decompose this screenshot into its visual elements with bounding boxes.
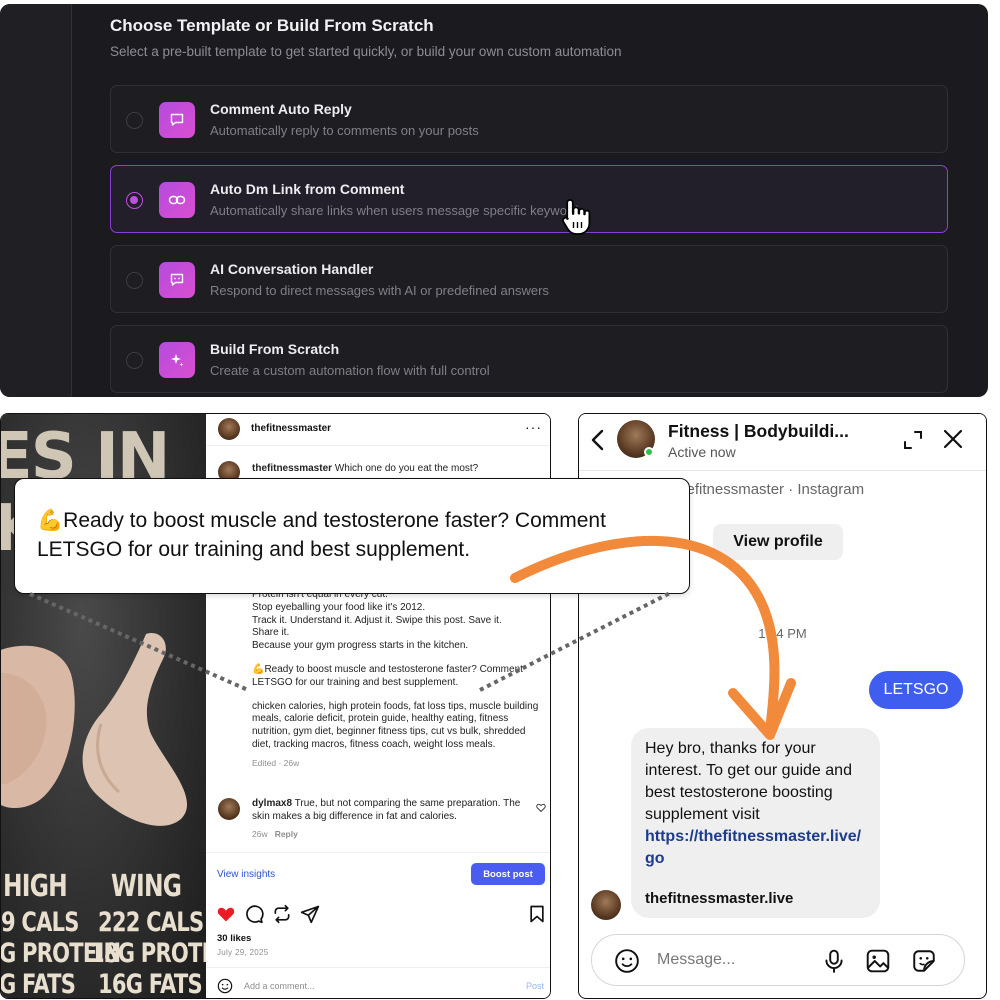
image-stat-col2-row4: 16G FATS: [98, 969, 203, 998]
caption-hashtags: chicken calories, high protein foods, fa…: [252, 700, 539, 750]
template-option-ai-conversation[interactable]: AI Conversation Handler Respond to direc…: [110, 245, 948, 313]
add-comment-input[interactable]: Add a comment...: [244, 981, 315, 991]
comment-age: 26w: [252, 828, 268, 839]
radio-button[interactable]: [126, 272, 143, 289]
image-stat-col1-row1: HIGH: [3, 869, 68, 904]
bot-message-icon: [159, 262, 195, 298]
avatar[interactable]: [218, 418, 240, 440]
option-title: Comment Auto Reply: [210, 101, 352, 117]
message-input-bar: Message...: [591, 934, 965, 986]
emoji-icon[interactable]: [217, 978, 233, 994]
heart-icon[interactable]: [216, 904, 236, 924]
template-chooser-panel: Choose Template or Build From Scratch Se…: [0, 4, 988, 397]
hand-pointer-cursor-icon: [562, 199, 591, 235]
dm-contact-name[interactable]: Fitness | Bodybuildi...: [668, 421, 849, 442]
microphone-icon[interactable]: [821, 948, 847, 974]
reply-link[interactable]: Reply: [275, 829, 298, 839]
caption-line: Stop eyeballing your food like it's 2012…: [252, 601, 426, 613]
link-preview-domain[interactable]: thefitnessmaster.live: [645, 888, 866, 910]
image-stat-col1-row2: 9 CALS: [1, 907, 79, 938]
comment-username[interactable]: dylmax8: [252, 798, 292, 809]
image-stat-col2-row2: 222 CALS: [98, 907, 204, 938]
sender-avatar: [591, 890, 621, 920]
comment-like-icon[interactable]: [536, 803, 546, 813]
caption-username[interactable]: thefitnessmaster: [252, 463, 332, 474]
image-stat-col2-row1: WING: [111, 869, 182, 904]
comment-text: True, but not comparing the same prepara…: [252, 798, 521, 822]
share-icon[interactable]: [300, 904, 320, 924]
add-comment-bar: Add a comment... Post: [206, 967, 550, 998]
emoji-icon[interactable]: [614, 948, 640, 974]
caption-line: Track it. Understand it. Adjust it. Swip…: [252, 614, 502, 626]
incoming-message: Hey bro, thanks for your interest. To ge…: [631, 728, 880, 918]
message-input[interactable]: Message...: [657, 951, 735, 969]
comment: dylmax8 True, but not comparing the same…: [252, 798, 527, 840]
online-indicator: [644, 447, 654, 457]
option-description: Automatically reply to comments on your …: [210, 123, 479, 138]
dm-header: Fitness | Bodybuildi... Active now: [579, 414, 986, 471]
expand-icon[interactable]: [903, 430, 923, 450]
sticker-icon[interactable]: [911, 948, 937, 974]
back-chevron-icon[interactable]: [589, 428, 605, 452]
dm-profile-handle: thefitnessmaster · Instagram: [674, 481, 865, 498]
caption-body: Protein isn't equal in every cut. Stop e…: [252, 589, 542, 770]
option-description: Respond to direct messages with AI or pr…: [210, 283, 549, 298]
template-option-build-from-scratch[interactable]: Build From Scratch Create a custom autom…: [110, 325, 948, 393]
template-option-auto-dm-link[interactable]: Auto Dm Link from Comment Automatically …: [110, 165, 948, 233]
template-heading: Choose Template or Build From Scratch: [110, 16, 434, 35]
post-comment-button[interactable]: Post: [526, 981, 544, 991]
option-title: AI Conversation Handler: [210, 261, 374, 277]
app-sidebar: [0, 4, 72, 397]
image-stat-col1-row4: G FATS: [1, 969, 76, 998]
option-title: Auto Dm Link from Comment: [210, 181, 405, 197]
commenter-avatar[interactable]: [218, 798, 240, 820]
chicken-wing-illustration: [1, 633, 188, 826]
post-action-icons: [206, 900, 550, 928]
view-profile-button[interactable]: View profile: [713, 524, 843, 560]
radio-button-selected[interactable]: [126, 192, 143, 209]
likes-count[interactable]: 30 likes: [217, 933, 251, 944]
option-description: Automatically share links when users mes…: [210, 203, 585, 218]
post-insights-bar: View insights Boost post: [206, 852, 550, 898]
image-stat-col2-row3: 18G PROTEIN: [90, 938, 206, 969]
message-timestamp: 1:04 PM: [758, 626, 807, 641]
caption-line: Share it.: [252, 627, 290, 639]
option-description: Create a custom automation flow with ful…: [210, 363, 490, 378]
message-link[interactable]: https://thefitnessmaster.live/go: [645, 826, 866, 870]
dm-status: Active now: [668, 444, 736, 460]
chat-bubble-icon: [159, 102, 195, 138]
caption-callout-bubble: 💪Ready to boost muscle and testosterone …: [14, 478, 690, 594]
post-username[interactable]: thefitnessmaster: [251, 423, 331, 434]
template-option-comment-auto-reply[interactable]: Comment Auto Reply Automatically reply t…: [110, 85, 948, 153]
incoming-message-text: Hey bro, thanks for your interest. To ge…: [645, 740, 852, 823]
link-icon: [159, 182, 195, 218]
caption-line: Because your gym progress starts in the …: [252, 640, 469, 652]
image-icon[interactable]: [865, 948, 891, 974]
more-options-icon[interactable]: ···: [525, 419, 542, 435]
radio-button[interactable]: [126, 112, 143, 129]
caption-cta: 💪Ready to boost muscle and testosterone …: [252, 663, 523, 688]
option-title: Build From Scratch: [210, 341, 340, 357]
edited-meta: Edited · 26w: [252, 757, 300, 768]
comment-icon[interactable]: [244, 904, 264, 924]
post-date: July 29, 2025: [217, 948, 269, 957]
view-insights-link[interactable]: View insights: [217, 869, 275, 880]
boost-post-button[interactable]: Boost post: [471, 863, 545, 885]
post-header: thefitnessmaster ···: [206, 414, 550, 446]
sparkle-icon: [159, 342, 195, 378]
template-subheading: Select a pre-built template to get start…: [110, 44, 622, 59]
radio-button[interactable]: [126, 352, 143, 369]
close-icon[interactable]: [942, 428, 964, 450]
caption-intro: thefitnessmaster Which one do you eat th…: [252, 463, 542, 476]
repost-icon[interactable]: [272, 904, 292, 924]
bookmark-icon[interactable]: [527, 904, 547, 924]
outgoing-message: LETSGO: [869, 671, 963, 709]
caption-intro-text: Which one do you eat the most?: [334, 463, 479, 474]
